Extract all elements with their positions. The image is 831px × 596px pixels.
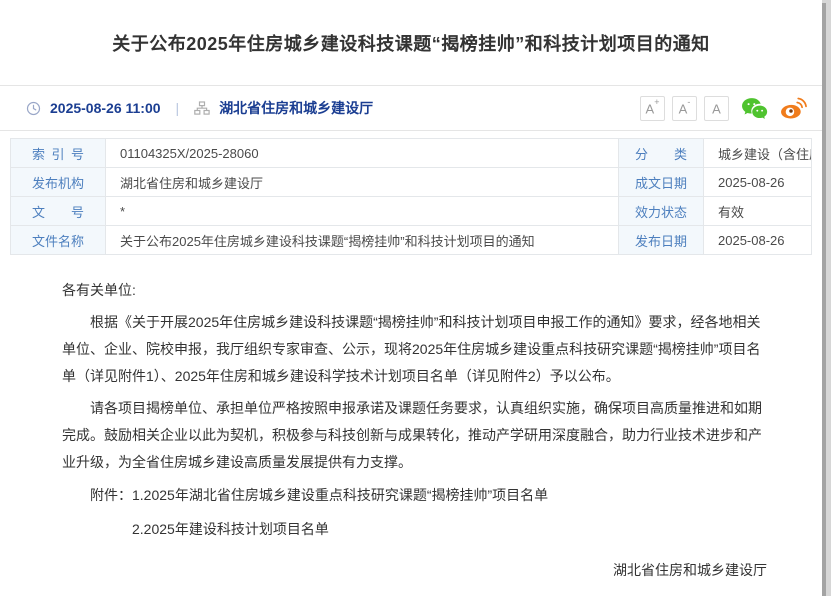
field-label-text: 文号 [32, 202, 84, 221]
font-reset-label: A [712, 101, 721, 116]
signature-agency: 湖北省住房和城乡建设厅 [62, 557, 767, 584]
table-row: 索引号 01104325X/2025-28060 分类 城乡建设（含住房） [11, 139, 812, 168]
field-label-text: 分类 [635, 144, 687, 163]
sitemap-icon [194, 101, 210, 116]
field-label-text: 文件名称 [32, 231, 84, 250]
page-title: 关于公布2025年住房城乡建设科技课题“揭榜挂帅”和科技计划项目的通知 [0, 30, 822, 56]
document-info-table: 索引号 01104325X/2025-28060 分类 城乡建设（含住房） 发布… [10, 138, 812, 255]
font-reset-button[interactable]: A [704, 96, 729, 121]
field-label-document-title: 文件名称 [11, 226, 106, 255]
field-value-issuing-agency: 湖北省住房和城乡建设厅 [106, 168, 619, 197]
field-label-document-number: 文号 [11, 197, 106, 226]
attachment-item-2: 2.2025年建设科技计划项目名单 [62, 516, 767, 543]
body-paragraph-1: 根据《关于开展2025年住房城乡建设科技课题“揭榜挂帅”和科技计划项目申报工作的… [62, 309, 767, 390]
notice-page: 关于公布2025年住房城乡建设科技课题“揭榜挂帅”和科技计划项目的通知 2025… [0, 0, 822, 596]
salutation: 各有关单位: [62, 277, 767, 304]
notice-body: 各有关单位: 根据《关于开展2025年住房城乡建设科技课题“揭榜挂帅”和科技计划… [0, 255, 822, 596]
title-block: 关于公布2025年住房城乡建设科技课题“揭榜挂帅”和科技计划项目的通知 [0, 0, 822, 85]
field-label-text: 索引号 [32, 144, 84, 163]
field-label-validity-status: 效力状态 [619, 197, 704, 226]
attachments-section: 附件：1.2025年湖北省住房城乡建设重点科技研究课题“揭榜挂帅”项目名单 2.… [62, 482, 767, 543]
field-label-text: 发布机构 [32, 173, 84, 192]
field-value-category: 城乡建设（含住房） [704, 139, 812, 168]
weibo-share-icon[interactable] [780, 97, 808, 120]
source-name: 湖北省住房和城乡建设厅 [219, 98, 373, 118]
field-value-validity-status: 有效 [704, 197, 812, 226]
field-value-written-date: 2025-08-26 [704, 168, 812, 197]
field-value-document-title: 关于公布2025年住房城乡建设科技课题“揭榜挂帅”和科技计划项目的通知 [106, 226, 619, 255]
clock-icon [26, 101, 41, 116]
font-larger-label: A [646, 101, 655, 116]
field-label-issuing-agency: 发布机构 [11, 168, 106, 197]
table-row: 文号 * 效力状态 有效 [11, 197, 812, 226]
meta-bar: 2025-08-26 11:00 | 湖北省住房和城乡建设厅 A+ A- A [0, 85, 822, 131]
field-label-written-date: 成文日期 [619, 168, 704, 197]
table-row: 文件名称 关于公布2025年住房城乡建设科技课题“揭榜挂帅”和科技计划项目的通知… [11, 226, 812, 255]
field-label-category: 分类 [619, 139, 704, 168]
body-paragraph-2: 请各项目揭榜单位、承担单位严格按照申报承诺及课题任务要求，认真组织实施，确保项目… [62, 395, 767, 476]
field-value-index-number: 01104325X/2025-28060 [106, 139, 619, 168]
field-label-text: 发布日期 [635, 231, 687, 250]
field-label-text: 成文日期 [635, 173, 687, 192]
field-label-index-number: 索引号 [11, 139, 106, 168]
plus-sign: + [654, 97, 659, 107]
attachments-prefix: 附件： [90, 487, 132, 503]
font-smaller-button[interactable]: A- [672, 96, 697, 121]
field-value-publish-date: 2025-08-26 [704, 226, 812, 255]
meta-right: A+ A- A [640, 96, 808, 121]
minus-sign: - [687, 97, 690, 107]
table-row: 发布机构 湖北省住房和城乡建设厅 成文日期 2025-08-26 [11, 168, 812, 197]
publish-time: 2025-08-26 11:00 [50, 100, 161, 116]
field-label-publish-date: 发布日期 [619, 226, 704, 255]
field-value-document-number: * [106, 197, 619, 226]
font-larger-button[interactable]: A+ [640, 96, 665, 121]
meta-separator: | [170, 100, 186, 116]
attachment-line-1: 附件：1.2025年湖北省住房城乡建设重点科技研究课题“揭榜挂帅”项目名单 [62, 482, 767, 509]
field-label-text: 效力状态 [635, 202, 687, 221]
wechat-share-icon[interactable] [741, 97, 768, 120]
meta-left: 2025-08-26 11:00 | 湖北省住房和城乡建设厅 [26, 98, 373, 118]
attachment-item-1: 1.2025年湖北省住房城乡建设重点科技研究课题“揭榜挂帅”项目名单 [132, 487, 548, 503]
